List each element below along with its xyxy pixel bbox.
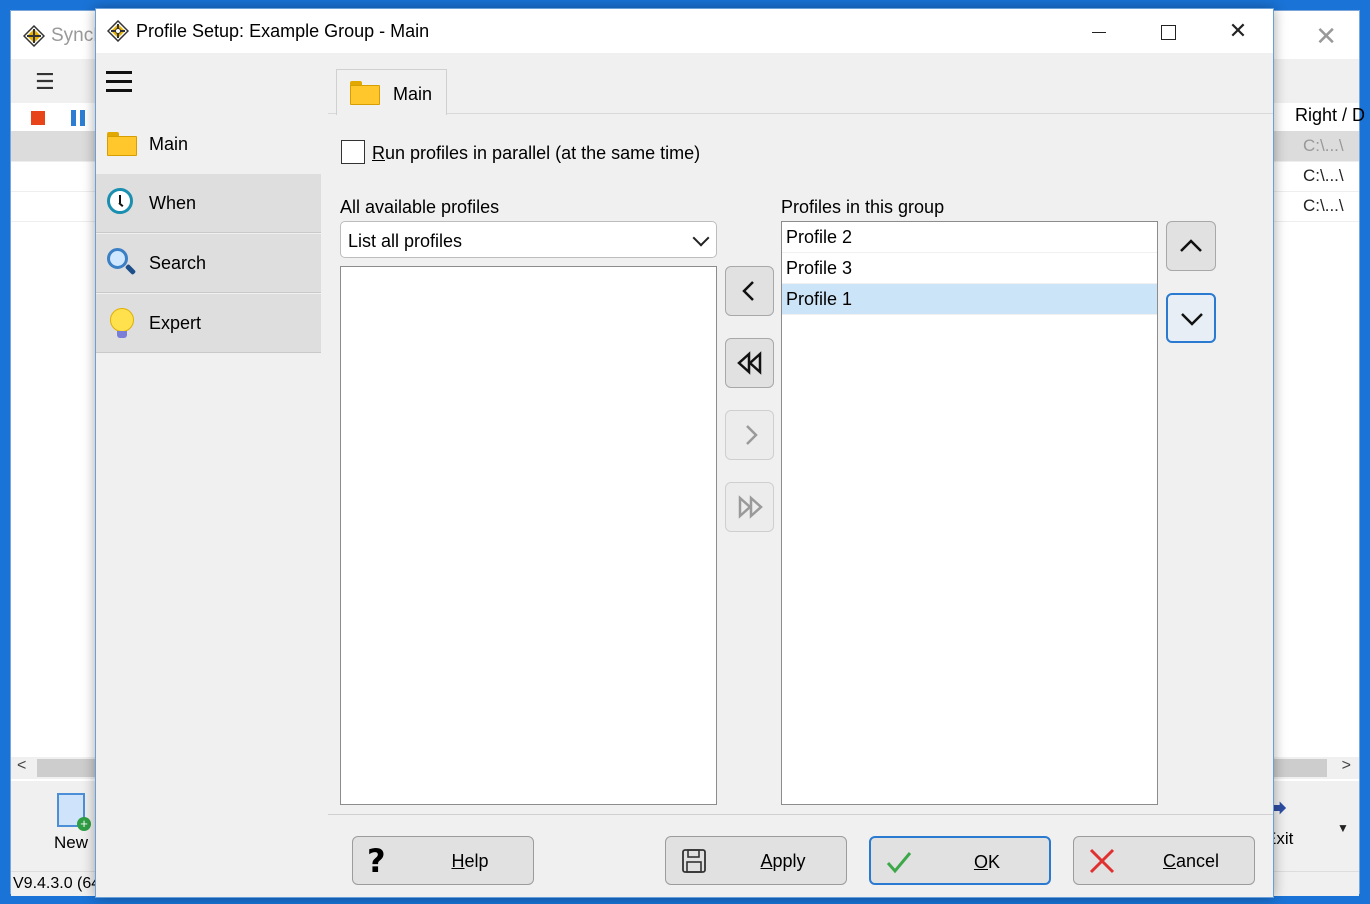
- profile-filter-select[interactable]: List all profiles: [340, 221, 717, 258]
- maximize-icon: [1160, 24, 1176, 40]
- background-menu-icon[interactable]: ☰: [35, 69, 55, 95]
- new-document-icon: +: [57, 793, 91, 831]
- chevron-down-icon: [1181, 313, 1203, 326]
- footer-separator: [328, 814, 1273, 815]
- clock-icon: [107, 188, 137, 218]
- maximize-button[interactable]: [1145, 15, 1191, 47]
- minimize-icon: [1092, 31, 1106, 33]
- nav-item-search[interactable]: Search: [96, 234, 321, 293]
- side-nav: Main When Search Expert: [96, 53, 321, 353]
- available-profiles-list[interactable]: [340, 266, 717, 805]
- save-icon: [682, 849, 706, 873]
- cancel-x-icon: [1089, 848, 1115, 874]
- column-header-right[interactable]: Right / D: [1295, 105, 1365, 126]
- tab-main[interactable]: Main: [336, 69, 447, 115]
- folder-icon: [350, 78, 380, 105]
- tab-strip-line: [328, 113, 1273, 114]
- question-icon: ?: [367, 842, 386, 880]
- apply-button[interactable]: Apply: [665, 836, 847, 885]
- move-down-button[interactable]: [1166, 293, 1216, 343]
- nav-label: Search: [149, 253, 207, 273]
- cancel-label: Cancel: [1162, 851, 1220, 871]
- pause-icon[interactable]: [71, 110, 85, 126]
- app-logo-icon: [107, 20, 129, 42]
- hamburger-menu-icon[interactable]: [106, 71, 132, 92]
- nav-label: When: [149, 193, 197, 213]
- help-label: Help: [451, 851, 489, 871]
- available-profiles-label: All available profiles: [340, 197, 500, 217]
- minimize-button[interactable]: [1076, 15, 1122, 47]
- new-button[interactable]: + New: [45, 793, 97, 853]
- nav-item-when[interactable]: When: [96, 174, 321, 233]
- table-cell: C:\...\: [1303, 136, 1344, 155]
- ok-button[interactable]: OK: [869, 836, 1051, 885]
- scroll-left-icon[interactable]: <: [17, 757, 26, 775]
- magnifier-icon: [107, 248, 137, 278]
- list-item[interactable]: Profile 1: [782, 284, 1157, 315]
- table-cell: C:\...\: [1303, 196, 1344, 215]
- parallel-checkbox[interactable]: [341, 140, 365, 164]
- cancel-button[interactable]: Cancel: [1073, 836, 1255, 885]
- close-button[interactable]: ✕: [1215, 15, 1261, 47]
- list-item[interactable]: Profile 2: [782, 222, 1157, 253]
- double-chevron-right-icon: [738, 495, 763, 519]
- nav-label: Main: [149, 134, 189, 154]
- tab-label: Main: [393, 84, 433, 104]
- dialog-titlebar[interactable]: Profile Setup: Example Group - Main ✕: [96, 9, 1273, 53]
- chevron-left-icon: [742, 281, 754, 301]
- dialog-title: Profile Setup: Example Group - Main: [136, 21, 430, 41]
- scroll-right-icon[interactable]: >: [1342, 757, 1351, 775]
- double-chevron-left-icon: [737, 351, 762, 375]
- background-close-icon[interactable]: ✕: [1315, 21, 1337, 52]
- lightbulb-icon: [107, 308, 137, 338]
- nav-label: Expert: [149, 313, 202, 333]
- stop-icon[interactable]: [31, 111, 45, 125]
- table-cell: C:\...\: [1303, 166, 1344, 185]
- close-icon: ✕: [1228, 18, 1248, 43]
- new-label: New: [53, 833, 88, 852]
- profile-filter-value: List all profiles: [348, 231, 463, 251]
- add-selected-button[interactable]: [725, 266, 774, 316]
- chevron-down-icon: [692, 229, 710, 247]
- remove-all-button[interactable]: [725, 482, 774, 532]
- nav-item-main[interactable]: Main: [96, 115, 321, 174]
- chevron-up-icon: [1180, 239, 1202, 252]
- folder-icon: [107, 129, 137, 159]
- app-logo-icon: [23, 25, 45, 47]
- remove-selected-button[interactable]: [725, 410, 774, 460]
- dropdown-arrow-icon[interactable]: ▼: [1337, 821, 1349, 835]
- group-profiles-list[interactable]: Profile 2 Profile 3 Profile 1: [781, 221, 1158, 805]
- profile-setup-dialog: Profile Setup: Example Group - Main ✕ Ma…: [95, 8, 1274, 898]
- list-item[interactable]: Profile 3: [782, 253, 1157, 284]
- ok-label: OK: [973, 852, 1001, 872]
- add-all-button[interactable]: [725, 338, 774, 388]
- parallel-checkbox-label[interactable]: Run profiles in parallel (at the same ti…: [372, 143, 700, 164]
- chevron-right-icon: [746, 425, 758, 445]
- checkmark-icon: [886, 852, 912, 874]
- apply-label: Apply: [760, 851, 806, 871]
- nav-item-expert[interactable]: Expert: [96, 294, 321, 353]
- group-profiles-label: Profiles in this group: [781, 197, 945, 217]
- move-up-button[interactable]: [1166, 221, 1216, 271]
- version-text: V9.4.3.0 (64: [13, 875, 101, 892]
- help-button[interactable]: ? Help: [352, 836, 534, 885]
